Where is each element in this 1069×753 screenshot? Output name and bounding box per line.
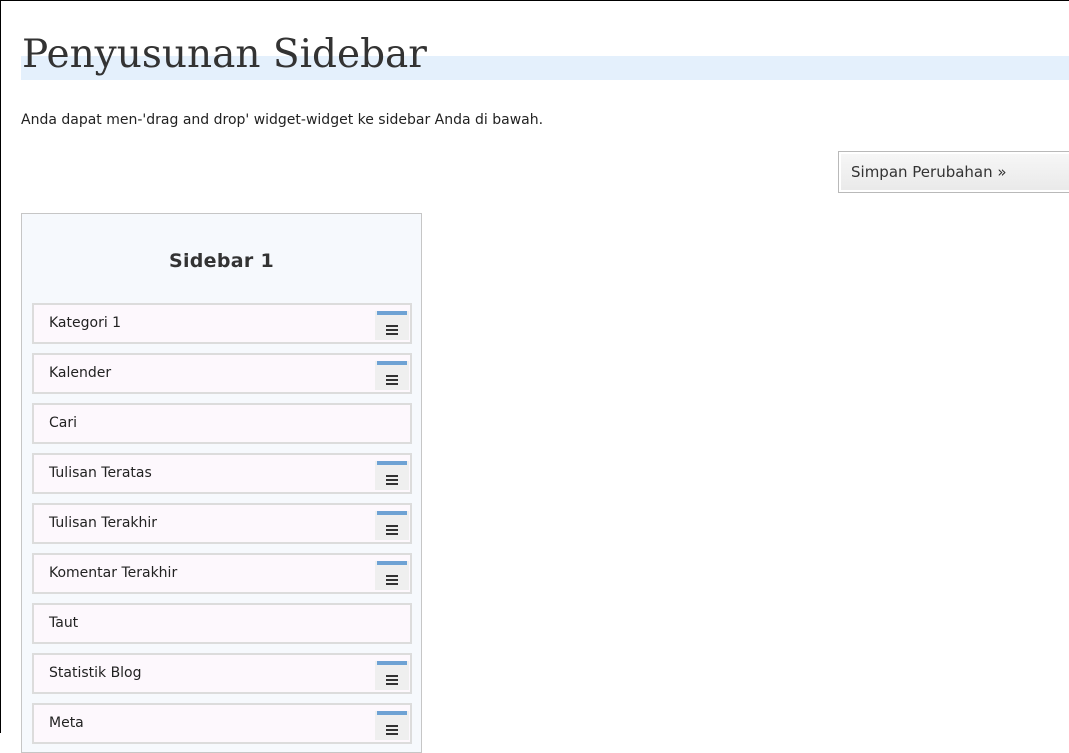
widget-label: Meta xyxy=(49,715,84,731)
handle-line xyxy=(386,325,398,327)
widget-item[interactable]: Taut xyxy=(32,603,412,644)
widget-item[interactable]: Statistik Blog xyxy=(32,653,412,694)
menu-lines-icon[interactable] xyxy=(375,361,409,390)
handle-line xyxy=(386,725,398,727)
widget-label: Tulisan Teratas xyxy=(49,465,152,481)
handle-line xyxy=(386,679,398,681)
handle-line xyxy=(386,529,398,531)
menu-lines-icon[interactable] xyxy=(375,661,409,690)
menu-lines-icon[interactable] xyxy=(375,311,409,340)
handle-line xyxy=(386,333,398,335)
widget-item[interactable]: Komentar Terakhir xyxy=(32,553,412,594)
menu-lines-icon[interactable] xyxy=(375,561,409,590)
handle-line xyxy=(386,475,398,477)
handle-line xyxy=(386,483,398,485)
widget-item[interactable]: Meta xyxy=(32,703,412,744)
widget-label: Statistik Blog xyxy=(49,665,142,681)
sidebar-panel[interactable]: Sidebar 1 Kategori 1 Kalender Cari Tulis… xyxy=(21,213,422,753)
handle-line xyxy=(386,579,398,581)
handle-line xyxy=(386,329,398,331)
handle-accent-bar xyxy=(377,711,407,715)
widget-list: Kategori 1 Kalender Cari Tulisan Teratas… xyxy=(32,303,412,753)
save-changes-button[interactable]: Simpan Perubahan » xyxy=(838,151,1069,193)
handle-accent-bar xyxy=(377,361,407,365)
widget-label: Kalender xyxy=(49,365,112,381)
widget-item[interactable]: Tulisan Teratas xyxy=(32,453,412,494)
widget-item[interactable]: Tulisan Terakhir xyxy=(32,503,412,544)
widget-item[interactable]: Kategori 1 xyxy=(32,303,412,344)
widget-label: Tulisan Terakhir xyxy=(49,515,158,531)
handle-line xyxy=(386,729,398,731)
widget-item[interactable]: Cari xyxy=(32,403,412,444)
widget-label: Komentar Terakhir xyxy=(49,565,178,581)
handle-line xyxy=(386,575,398,577)
menu-lines-icon[interactable] xyxy=(375,461,409,490)
handle-accent-bar xyxy=(377,561,407,565)
menu-lines-icon[interactable] xyxy=(375,711,409,740)
menu-lines-icon[interactable] xyxy=(375,511,409,540)
widget-item[interactable]: Kalender xyxy=(32,353,412,394)
widget-label: Kategori 1 xyxy=(49,315,122,331)
handle-accent-bar xyxy=(377,661,407,665)
page-title: Penyusunan Sidebar xyxy=(22,32,427,77)
handle-line xyxy=(386,375,398,377)
window-border-top xyxy=(0,0,1069,1)
handle-line xyxy=(386,583,398,585)
handle-line xyxy=(386,383,398,385)
window-border-left xyxy=(0,0,1,733)
handle-line xyxy=(386,479,398,481)
handle-line xyxy=(386,379,398,381)
handle-line xyxy=(386,683,398,685)
widget-label: Cari xyxy=(49,415,77,431)
handle-line xyxy=(386,675,398,677)
handle-line xyxy=(386,533,398,535)
handle-line xyxy=(386,525,398,527)
handle-accent-bar xyxy=(377,461,407,465)
instruction-text: Anda dapat men-'drag and drop' widget-wi… xyxy=(21,112,544,128)
widget-label: Taut xyxy=(49,615,79,631)
handle-line xyxy=(386,733,398,735)
sidebar-title: Sidebar 1 xyxy=(168,250,274,272)
handle-accent-bar xyxy=(377,311,407,315)
handle-accent-bar xyxy=(377,511,407,515)
